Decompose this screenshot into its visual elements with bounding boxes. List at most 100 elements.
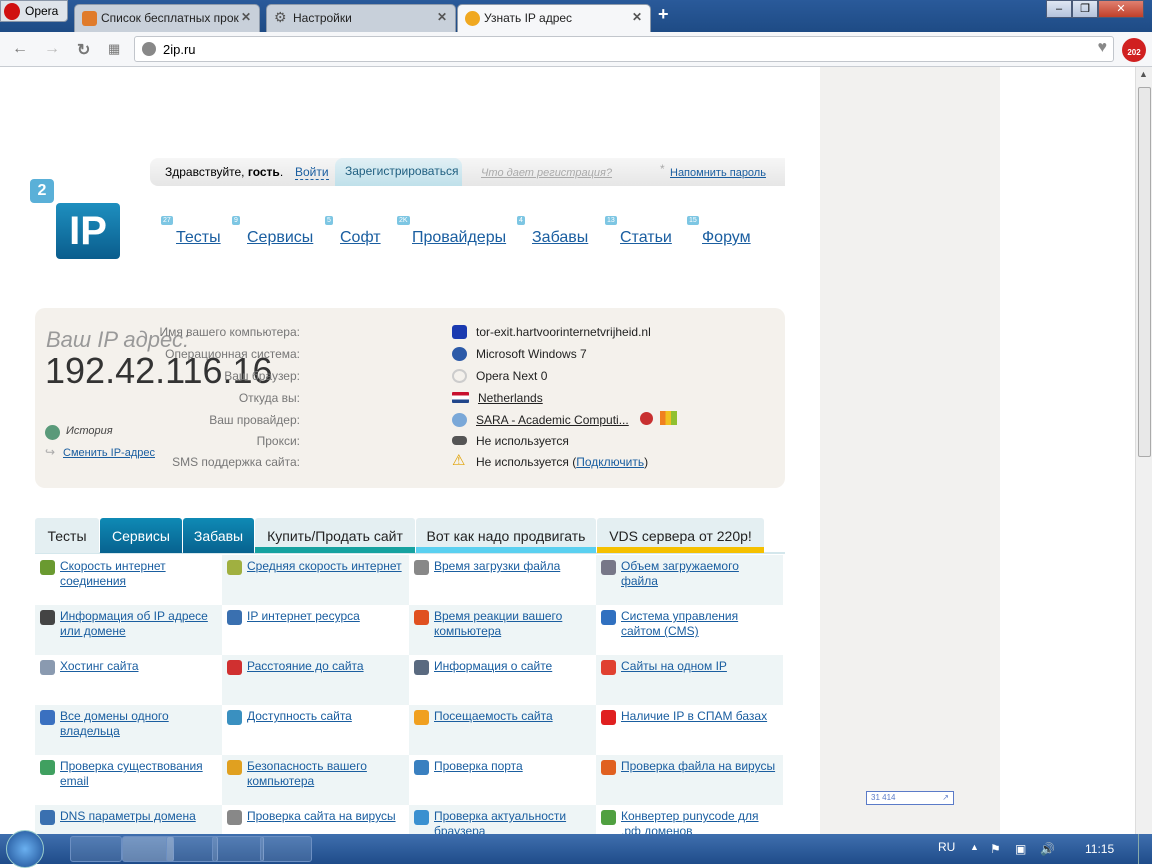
heart-icon[interactable]: ♥: [1098, 39, 1108, 57]
service-item[interactable]: Доступность сайта: [222, 705, 409, 755]
taskbar-media[interactable]: [166, 836, 218, 862]
service-item[interactable]: Объем загружаемого файла: [596, 555, 783, 605]
service-item[interactable]: Проверка актуальности браузера: [409, 805, 596, 834]
service-link[interactable]: Время загрузки файла: [434, 559, 560, 573]
service-link[interactable]: Объем загружаемого файла: [621, 559, 739, 588]
service-link[interactable]: Время реакции вашего компьютера: [434, 609, 562, 638]
visitor-counter[interactable]: 31 414 ↗: [866, 791, 954, 805]
tab-tests[interactable]: Тесты: [35, 518, 99, 553]
nav-fun[interactable]: 4 Забавы: [517, 216, 588, 247]
nav-services[interactable]: 9 Сервисы: [232, 216, 313, 247]
logo-ip[interactable]: IP: [56, 203, 120, 259]
service-item[interactable]: Время загрузки файла: [409, 555, 596, 605]
speed-dial-icon[interactable]: ▦: [108, 41, 120, 57]
service-item[interactable]: Хостинг сайта: [35, 655, 222, 705]
tab-proxy-list[interactable]: Список бесплатных прок ✕: [74, 4, 260, 32]
service-item[interactable]: Наличие IP в СПАМ базах: [596, 705, 783, 755]
show-hidden-icons[interactable]: ▲: [970, 842, 979, 852]
nav-providers[interactable]: 2K Провайдеры: [397, 216, 506, 247]
service-link[interactable]: Посещаемость сайта: [434, 709, 553, 723]
service-item[interactable]: Проверка файла на вирусы: [596, 755, 783, 805]
connect-sms-link[interactable]: Подключить: [576, 455, 644, 469]
service-link[interactable]: Система управления сайтом (CMS): [621, 609, 738, 638]
new-tab-button[interactable]: +: [658, 4, 669, 25]
change-ip-link[interactable]: Сменить IP-адрес: [63, 447, 155, 459]
tab-settings[interactable]: ⚙ Настройки ✕: [266, 4, 456, 32]
provider-link[interactable]: SARA - Academic Computi...: [476, 413, 629, 427]
opera-badge[interactable]: 202: [1122, 38, 1146, 62]
service-item[interactable]: IP интернет ресурса: [222, 605, 409, 655]
nav-soft[interactable]: 5 Софт: [325, 216, 381, 247]
service-link[interactable]: Проверка файла на вирусы: [621, 759, 775, 773]
service-item[interactable]: Все домены одного владельца: [35, 705, 222, 755]
tab-promotion[interactable]: Вот как надо продвигать: [416, 518, 596, 553]
service-item[interactable]: Посещаемость сайта: [409, 705, 596, 755]
service-item[interactable]: Проверка порта: [409, 755, 596, 805]
logo-2[interactable]: 2: [30, 179, 54, 203]
nav-tests[interactable]: 27 Тесты: [161, 216, 221, 247]
service-link[interactable]: Проверка актуальности браузера: [434, 809, 566, 834]
network-icon[interactable]: ▣: [1015, 842, 1026, 856]
action-center-flag-icon[interactable]: ⚑: [990, 842, 1001, 856]
service-item[interactable]: Конвертер punycode для .рф доменов: [596, 805, 783, 834]
service-link[interactable]: Проверка порта: [434, 759, 523, 773]
service-link[interactable]: Информация об IP адресе или домене: [60, 609, 208, 638]
service-link[interactable]: Наличие IP в СПАМ базах: [621, 709, 767, 723]
history-link[interactable]: История: [66, 425, 113, 437]
service-link[interactable]: DNS параметры домена: [60, 809, 196, 823]
service-item[interactable]: Проверка сайта на вирусы: [222, 805, 409, 834]
service-link[interactable]: Доступность сайта: [247, 709, 352, 723]
country-link[interactable]: Netherlands: [478, 391, 543, 405]
close-tab-icon[interactable]: ✕: [437, 10, 447, 24]
tab-services[interactable]: Сервисы: [100, 518, 182, 553]
service-item[interactable]: Проверка существования email: [35, 755, 222, 805]
remind-password-link[interactable]: Напомнить пароль: [670, 167, 766, 179]
forward-button[interactable]: →: [44, 40, 60, 58]
close-window-button[interactable]: ✕: [1098, 0, 1144, 18]
service-link[interactable]: Конвертер punycode для .рф доменов: [621, 809, 759, 834]
opera-menu-button[interactable]: Opera: [0, 0, 68, 22]
service-item[interactable]: Средняя скорость интернет: [222, 555, 409, 605]
service-link[interactable]: Проверка существования email: [60, 759, 203, 788]
service-link[interactable]: Средняя скорость интернет: [247, 559, 402, 573]
signal-bars-icon[interactable]: [660, 411, 677, 425]
scroll-up-icon[interactable]: ▲: [1139, 69, 1148, 79]
service-link[interactable]: Расстояние до сайта: [247, 659, 364, 673]
service-item[interactable]: Расстояние до сайта: [222, 655, 409, 705]
scrollbar-thumb[interactable]: [1138, 87, 1151, 457]
service-item[interactable]: DNS параметры домена: [35, 805, 222, 834]
register-button[interactable]: Зарегистрироваться: [335, 158, 462, 186]
service-item[interactable]: Скорость интернет соединения: [35, 555, 222, 605]
service-link[interactable]: IP интернет ресурса: [247, 609, 360, 623]
taskbar-chrome[interactable]: [70, 836, 122, 862]
show-desktop-button[interactable]: [1138, 834, 1152, 864]
service-item[interactable]: Система управления сайтом (CMS): [596, 605, 783, 655]
address-bar[interactable]: 2ip.ru ♥: [134, 36, 1114, 62]
taskbar-explorer[interactable]: [212, 836, 264, 862]
login-link[interactable]: Войти: [295, 165, 329, 180]
taskbar-app[interactable]: [260, 836, 312, 862]
tomato-icon[interactable]: [640, 412, 653, 425]
tab-fun[interactable]: Забавы: [183, 518, 254, 553]
service-item[interactable]: Время реакции вашего компьютера: [409, 605, 596, 655]
service-item[interactable]: Сайты на одном IP: [596, 655, 783, 705]
site-info-icon[interactable]: [142, 42, 156, 56]
language-indicator[interactable]: RU: [938, 840, 955, 854]
back-button[interactable]: ←: [12, 40, 28, 58]
service-link[interactable]: Проверка сайта на вирусы: [247, 809, 396, 823]
volume-icon[interactable]: 🔊: [1040, 842, 1055, 856]
service-link[interactable]: Все домены одного владельца: [60, 709, 169, 738]
service-link[interactable]: Хостинг сайта: [60, 659, 139, 673]
service-link[interactable]: Безопасность вашего компьютера: [247, 759, 367, 788]
vertical-scrollbar[interactable]: ▲: [1135, 67, 1152, 834]
tab-2ip[interactable]: Узнать IP адрес ✕: [457, 4, 651, 32]
nav-articles[interactable]: 13 Статьи: [605, 216, 672, 247]
service-link[interactable]: Скорость интернет соединения: [60, 559, 166, 588]
tab-vds[interactable]: VDS сервера от 220р!: [597, 518, 764, 553]
service-link[interactable]: Сайты на одном IP: [621, 659, 727, 673]
nav-forum[interactable]: 15 Форум: [687, 216, 751, 247]
close-tab-icon[interactable]: ✕: [632, 10, 642, 24]
minimize-button[interactable]: –: [1046, 0, 1072, 18]
reload-button[interactable]: ↻: [77, 40, 90, 60]
service-item[interactable]: Информация об IP адресе или домене: [35, 605, 222, 655]
